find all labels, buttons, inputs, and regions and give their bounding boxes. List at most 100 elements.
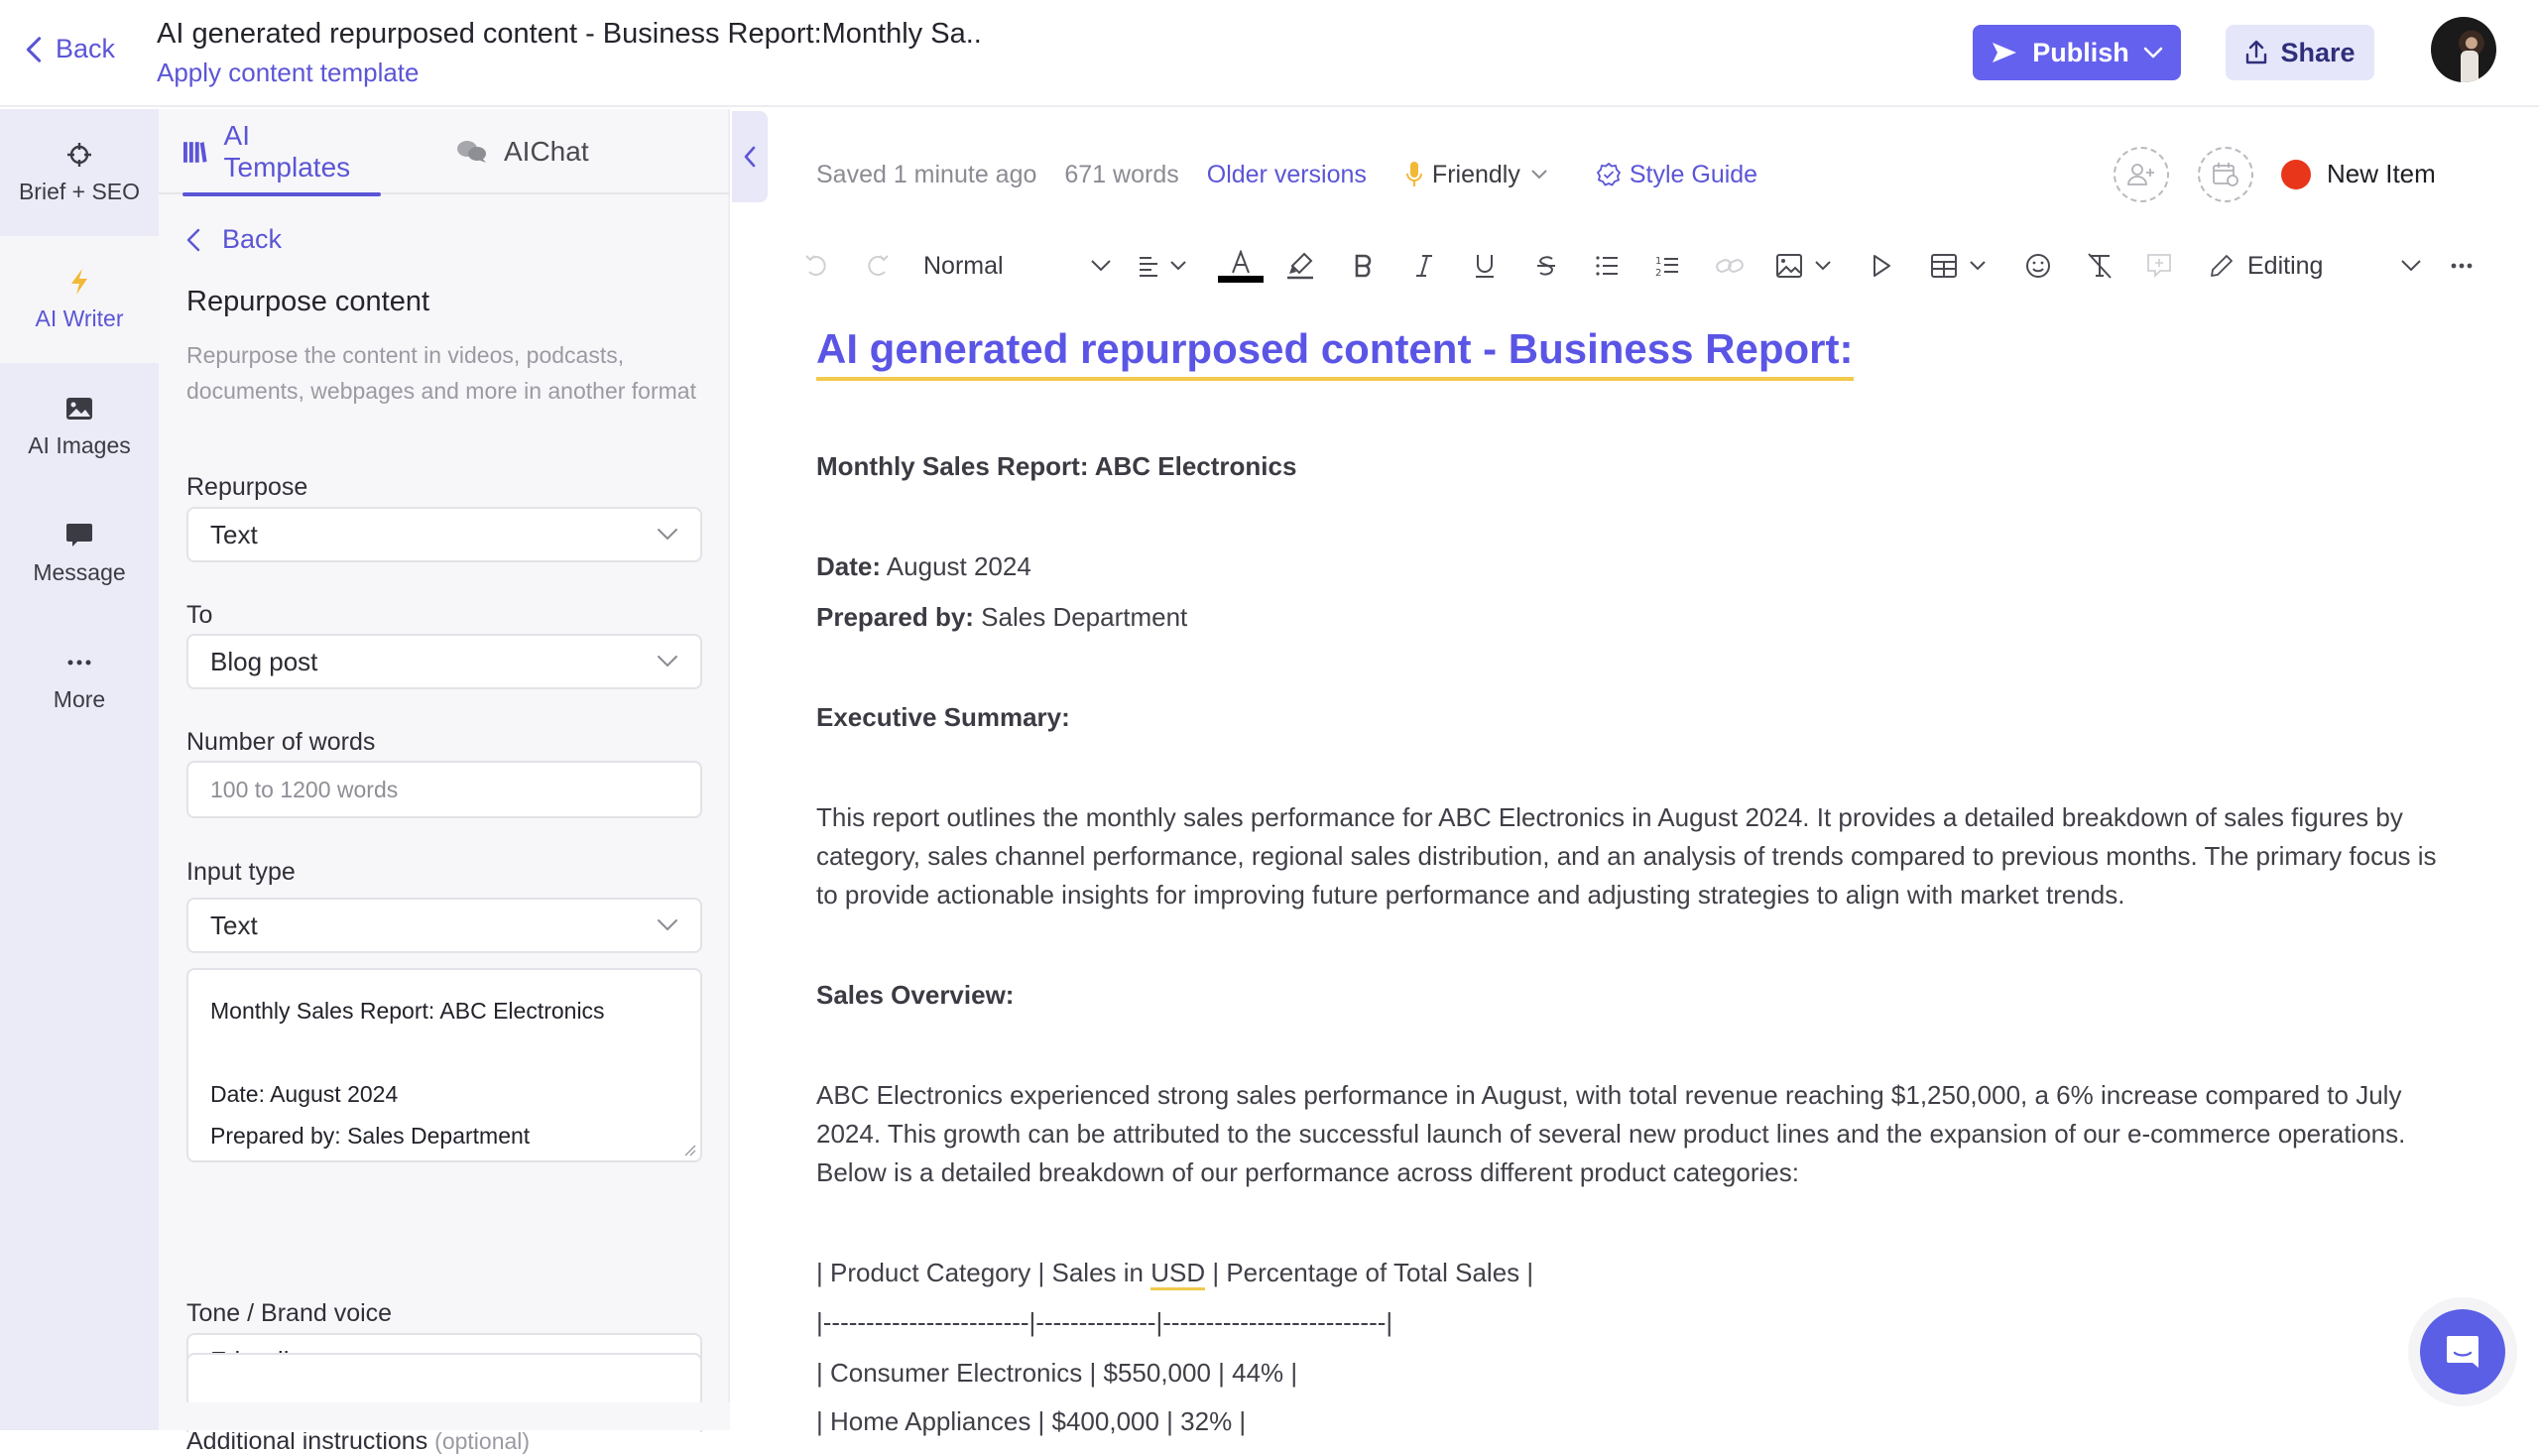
chevron-down-icon	[1091, 260, 1111, 272]
chevron-down-icon	[658, 529, 677, 541]
numbered-list-icon: 12	[1655, 256, 1678, 278]
link-icon	[1716, 259, 1744, 273]
more-dots-icon	[2451, 263, 2473, 269]
to-select[interactable]: Blog post	[186, 634, 702, 689]
font-color-icon	[1232, 249, 1250, 273]
pencil-icon	[2211, 255, 2233, 277]
collapse-panel-button[interactable]	[732, 111, 768, 202]
add-comment-button[interactable]	[2142, 244, 2176, 288]
to-value: Blog post	[210, 646, 318, 676]
tone-dropdown[interactable]: Friendly	[1405, 160, 1548, 189]
bullet-list-icon	[1596, 256, 1618, 276]
rail-item-more[interactable]: More	[0, 617, 159, 744]
older-versions-link[interactable]: Older versions	[1207, 161, 1367, 189]
emoji-icon	[2026, 254, 2050, 278]
clear-format-icon	[2088, 253, 2112, 279]
prepared-label: Prepared by:	[816, 602, 974, 632]
emoji-button[interactable]	[2021, 244, 2055, 288]
tab-aichat[interactable]: AIChat	[456, 109, 589, 194]
align-left-icon	[1140, 257, 1157, 277]
table-row: | Consumer Electronics | $550,000 | 44% …	[816, 1358, 1298, 1388]
style-guide-link[interactable]: Style Guide	[1596, 161, 1757, 189]
input-line: Date: August 2024	[210, 1081, 399, 1107]
repurpose-select[interactable]: Text	[186, 507, 702, 562]
input-line: Monthly Sales Report: ABC Electronics	[210, 998, 605, 1024]
rail-item-brief-seo[interactable]: Brief + SEO	[0, 109, 159, 236]
lightning-icon	[65, 268, 93, 296]
editing-mode-dropdown[interactable]: Editing	[2210, 244, 2358, 288]
strikethrough-button[interactable]	[1531, 244, 1561, 288]
publish-label: Publish	[2032, 37, 2129, 67]
number-of-words-input[interactable]	[186, 761, 702, 818]
paragraph-style-value: Normal	[923, 251, 1004, 280]
chat-icon	[2447, 1336, 2479, 1368]
bullet-list-button[interactable]	[1592, 244, 1622, 288]
rail-item-ai-writer[interactable]: AI Writer	[0, 236, 159, 363]
saved-status: Saved 1 minute ago	[816, 160, 1037, 188]
to-label: To	[186, 601, 213, 629]
share-button[interactable]: Share	[2226, 25, 2374, 80]
insert-table-dropdown[interactable]	[1924, 244, 1994, 288]
chevron-left-icon	[26, 36, 42, 62]
bold-button[interactable]	[1349, 244, 1379, 288]
schedule-button[interactable]	[2198, 147, 2253, 202]
assign-user-button[interactable]	[2114, 147, 2169, 202]
link-button[interactable]	[1713, 244, 1747, 288]
apply-content-template-link[interactable]: Apply content template	[157, 58, 420, 88]
undo-icon	[805, 255, 826, 276]
redo-button[interactable]	[863, 244, 893, 288]
document-heading: AI generated repurposed content - Busine…	[816, 323, 1854, 381]
support-chat-button[interactable]	[2420, 1309, 2505, 1395]
input-content-textarea[interactable]: Monthly Sales Report: ABC Electronics Da…	[186, 968, 702, 1162]
chevron-left-icon	[744, 146, 756, 168]
align-dropdown[interactable]	[1132, 244, 1193, 288]
undo-button[interactable]	[801, 244, 831, 288]
number-of-words-label: Number of words	[186, 728, 376, 756]
sales-overview-heading: Sales Overview:	[816, 980, 1015, 1010]
highlighter-icon	[1287, 252, 1313, 280]
insert-image-dropdown[interactable]	[1771, 244, 1837, 288]
ai-templates-panel: AI Templates AIChat Back Repurpose conte…	[159, 109, 730, 1455]
underline-button[interactable]	[1470, 244, 1500, 288]
chevron-down-icon	[1970, 261, 1986, 271]
clear-formatting-button[interactable]	[2083, 244, 2116, 288]
input-line: Prepared by: Sales Department	[210, 1123, 531, 1149]
more-options-button[interactable]	[2447, 244, 2477, 288]
speech-bubble-icon	[65, 522, 93, 549]
panel-footer-fade	[159, 1402, 730, 1430]
date-label: Date:	[816, 551, 882, 581]
chat-bubbles-icon	[457, 141, 486, 163]
rail-label: AI Writer	[35, 304, 124, 331]
executive-summary-heading: Executive Summary:	[816, 702, 1070, 732]
tone-dropdown-label: Friendly	[1431, 160, 1520, 188]
resize-handle-icon[interactable]	[682, 1143, 696, 1156]
image-icon	[1776, 254, 1802, 278]
input-type-select[interactable]: Text	[186, 898, 702, 953]
editing-mode-value: Editing	[2247, 251, 2324, 280]
workflow-status[interactable]: New Item	[2281, 159, 2436, 189]
table-header-pre: | Product Category | Sales in	[816, 1258, 1151, 1287]
insert-video-button[interactable]	[1867, 244, 1896, 288]
rail-label: AI Images	[28, 431, 131, 458]
rail-item-ai-images[interactable]: AI Images	[0, 363, 159, 490]
rail-item-message[interactable]: Message	[0, 490, 159, 617]
tab-ai-templates[interactable]: AI Templates	[182, 109, 381, 196]
date-line: Date: August 2024	[816, 547, 1031, 585]
text-color-button[interactable]	[1217, 244, 1265, 288]
highlight-button[interactable]	[1283, 244, 1317, 288]
tone-label: Tone / Brand voice	[186, 1299, 393, 1327]
prepared-by-line: Prepared by: Sales Department	[816, 598, 1187, 636]
panel-back-button[interactable]: Back	[186, 224, 282, 255]
usd-flagged-word[interactable]: USD	[1150, 1258, 1206, 1290]
redo-icon	[868, 255, 889, 276]
user-avatar[interactable]	[2431, 17, 2496, 82]
italic-button[interactable]	[1409, 244, 1439, 288]
calendar-clock-icon	[2213, 163, 2238, 186]
paragraph-style-select[interactable]: Normal	[923, 244, 1112, 288]
back-button[interactable]: Back	[24, 34, 115, 64]
numbered-list-button[interactable]: 12	[1652, 244, 1682, 288]
chevron-down-icon	[2401, 260, 2421, 272]
back-label: Back	[56, 34, 116, 63]
publish-button[interactable]: Publish	[1973, 25, 2181, 80]
editing-mode-chevron[interactable]	[2396, 244, 2426, 288]
